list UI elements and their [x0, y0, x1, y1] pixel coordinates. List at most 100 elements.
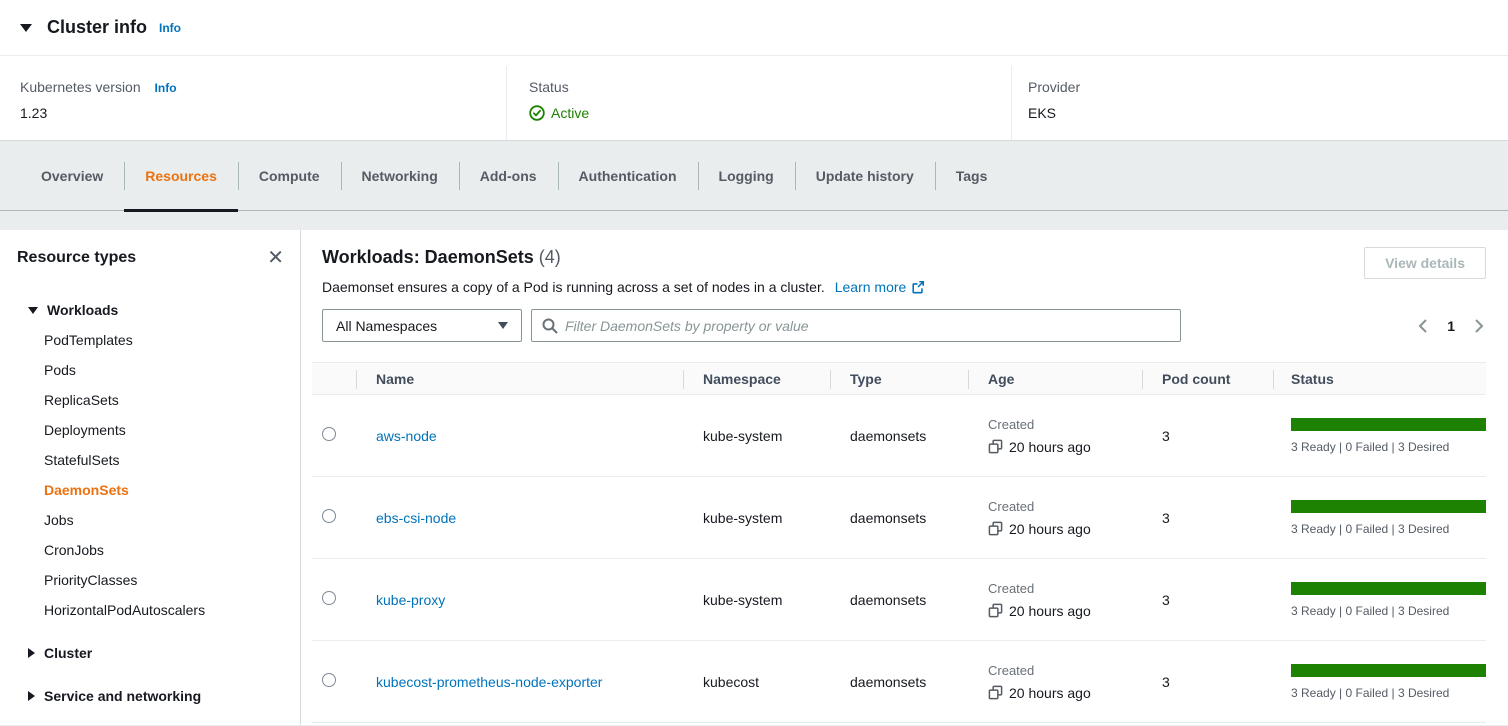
copy-icon[interactable] — [988, 603, 1003, 618]
cell-age: Created 20 hours ago — [968, 581, 1142, 619]
status-value: Active — [551, 105, 589, 121]
status-active-wrap: Active — [529, 105, 589, 121]
tab-networking[interactable]: Networking — [341, 141, 459, 210]
daemonset-name-link[interactable]: ebs-csi-node — [376, 510, 456, 526]
cluster-info-title-row: Cluster info Info — [0, 0, 1508, 56]
select-caret-icon — [498, 322, 508, 329]
filter-search-input[interactable] — [565, 318, 1170, 334]
row-radio[interactable] — [322, 509, 336, 523]
tree-item-deployments[interactable]: Deployments — [17, 415, 284, 445]
next-page-icon[interactable] — [1472, 318, 1486, 334]
learn-more-link[interactable]: Learn more — [835, 279, 926, 295]
cell-namespace: kube-system — [683, 592, 830, 608]
tab-tags[interactable]: Tags — [935, 141, 1009, 210]
column-header-pod-count[interactable]: Pod count — [1142, 363, 1273, 394]
tree-item-cronjobs[interactable]: CronJobs — [17, 535, 284, 565]
tab-logging[interactable]: Logging — [698, 141, 795, 210]
resources-panel: Resource types ✕ Workloads PodTemplates … — [0, 230, 1508, 725]
tab-authentication[interactable]: Authentication — [558, 141, 698, 210]
caret-right-icon — [28, 691, 35, 701]
age-created-label: Created — [988, 581, 1142, 596]
tab-overview[interactable]: Overview — [20, 141, 124, 210]
status-bar — [1291, 418, 1486, 431]
tree-item-horizontalpodautoscalers[interactable]: HorizontalPodAutoscalers — [17, 595, 284, 625]
age-value-text: 20 hours ago — [1009, 521, 1091, 537]
tree-item-jobs[interactable]: Jobs — [17, 505, 284, 535]
cell-status: 3 Ready | 0 Failed | 3 Desired — [1273, 664, 1486, 700]
column-header-name[interactable]: Name — [356, 363, 683, 394]
eks-cluster-page: Cluster info Info Kubernetes version Inf… — [0, 0, 1508, 726]
copy-icon[interactable] — [988, 439, 1003, 454]
tree-item-statefulsets[interactable]: StatefulSets — [17, 445, 284, 475]
daemonset-name-link[interactable]: kube-proxy — [376, 592, 445, 608]
table-row: kubecost-prometheus-node-exporter kubeco… — [312, 641, 1486, 723]
column-header-age[interactable]: Age — [968, 363, 1142, 394]
current-page-number[interactable]: 1 — [1447, 318, 1455, 334]
column-header-type[interactable]: Type — [830, 363, 968, 394]
status-label: Status — [529, 79, 1011, 95]
cell-age: Created 20 hours ago — [968, 663, 1142, 701]
daemonset-name-link[interactable]: kubecost-prometheus-node-exporter — [376, 674, 602, 690]
status-text: 3 Ready | 0 Failed | 3 Desired — [1291, 604, 1486, 618]
tree-service-networking-label: Service and networking — [44, 688, 201, 704]
cell-namespace: kubecost — [683, 674, 830, 690]
tree-item-podtemplates[interactable]: PodTemplates — [17, 325, 284, 355]
column-header-status[interactable]: Status — [1273, 363, 1486, 394]
cell-age: Created 20 hours ago — [968, 499, 1142, 537]
row-radio[interactable] — [322, 427, 336, 441]
status-bar — [1291, 582, 1486, 595]
cluster-tabs: Overview Resources Compute Networking Ad… — [0, 141, 1508, 211]
pagination: 1 — [1416, 318, 1486, 334]
cell-type: daemonsets — [830, 510, 968, 526]
cell-age: Created 20 hours ago — [968, 417, 1142, 455]
tree-service-networking[interactable]: Service and networking — [17, 681, 284, 711]
learn-more-label: Learn more — [835, 279, 907, 295]
cluster-info-fields: Kubernetes version Info 1.23 Status Acti… — [0, 56, 1508, 140]
cell-namespace: kube-system — [683, 510, 830, 526]
tree-workloads-label: Workloads — [47, 302, 118, 318]
status-text: 3 Ready | 0 Failed | 3 Desired — [1291, 522, 1486, 536]
kubernetes-version-info-link[interactable]: Info — [155, 81, 177, 95]
column-header-namespace[interactable]: Namespace — [683, 363, 830, 394]
tab-update-history[interactable]: Update history — [795, 141, 935, 210]
status-field: Status Active — [506, 66, 1011, 140]
tab-add-ons[interactable]: Add-ons — [459, 141, 558, 210]
cell-status: 3 Ready | 0 Failed | 3 Desired — [1273, 500, 1486, 536]
select-all-column — [312, 363, 356, 394]
tree-cluster[interactable]: Cluster — [17, 638, 284, 668]
external-link-icon — [911, 280, 925, 294]
cell-status: 3 Ready | 0 Failed | 3 Desired — [1273, 418, 1486, 454]
cell-pod-count: 3 — [1142, 510, 1273, 526]
copy-icon[interactable] — [988, 685, 1003, 700]
status-bar — [1291, 500, 1486, 513]
table-row: aws-node kube-system daemonsets Created … — [312, 395, 1486, 477]
result-count: (4) — [539, 247, 561, 267]
cluster-info-title: Cluster info — [47, 17, 147, 38]
kubernetes-version-value: 1.23 — [20, 105, 506, 121]
tree-item-pods[interactable]: Pods — [17, 355, 284, 385]
status-text: 3 Ready | 0 Failed | 3 Desired — [1291, 440, 1486, 454]
caret-right-icon — [28, 648, 35, 658]
tree-workloads[interactable]: Workloads — [17, 295, 284, 325]
previous-page-icon[interactable] — [1416, 318, 1430, 334]
cell-pod-count: 3 — [1142, 428, 1273, 444]
cluster-info-info-link[interactable]: Info — [159, 21, 181, 35]
table-row: kube-proxy kube-system daemonsets Create… — [312, 559, 1486, 641]
check-circle-icon — [529, 105, 545, 121]
tree-item-replicasets[interactable]: ReplicaSets — [17, 385, 284, 415]
namespace-select[interactable]: All Namespaces — [322, 309, 522, 342]
daemonsets-table: Name Namespace Type Age Pod count Status… — [312, 362, 1486, 723]
row-radio[interactable] — [322, 591, 336, 605]
copy-icon[interactable] — [988, 521, 1003, 536]
row-radio[interactable] — [322, 673, 336, 687]
cell-status: 3 Ready | 0 Failed | 3 Desired — [1273, 582, 1486, 618]
daemonset-name-link[interactable]: aws-node — [376, 428, 437, 444]
tab-resources[interactable]: Resources — [124, 141, 238, 210]
tree-item-daemonsets[interactable]: DaemonSets — [17, 475, 284, 505]
view-details-button[interactable]: View details — [1364, 247, 1486, 279]
filter-search-box — [531, 309, 1181, 342]
close-icon[interactable]: ✕ — [267, 248, 284, 268]
section-collapse-icon[interactable] — [20, 24, 32, 32]
tree-item-priorityclasses[interactable]: PriorityClasses — [17, 565, 284, 595]
tab-compute[interactable]: Compute — [238, 141, 341, 210]
